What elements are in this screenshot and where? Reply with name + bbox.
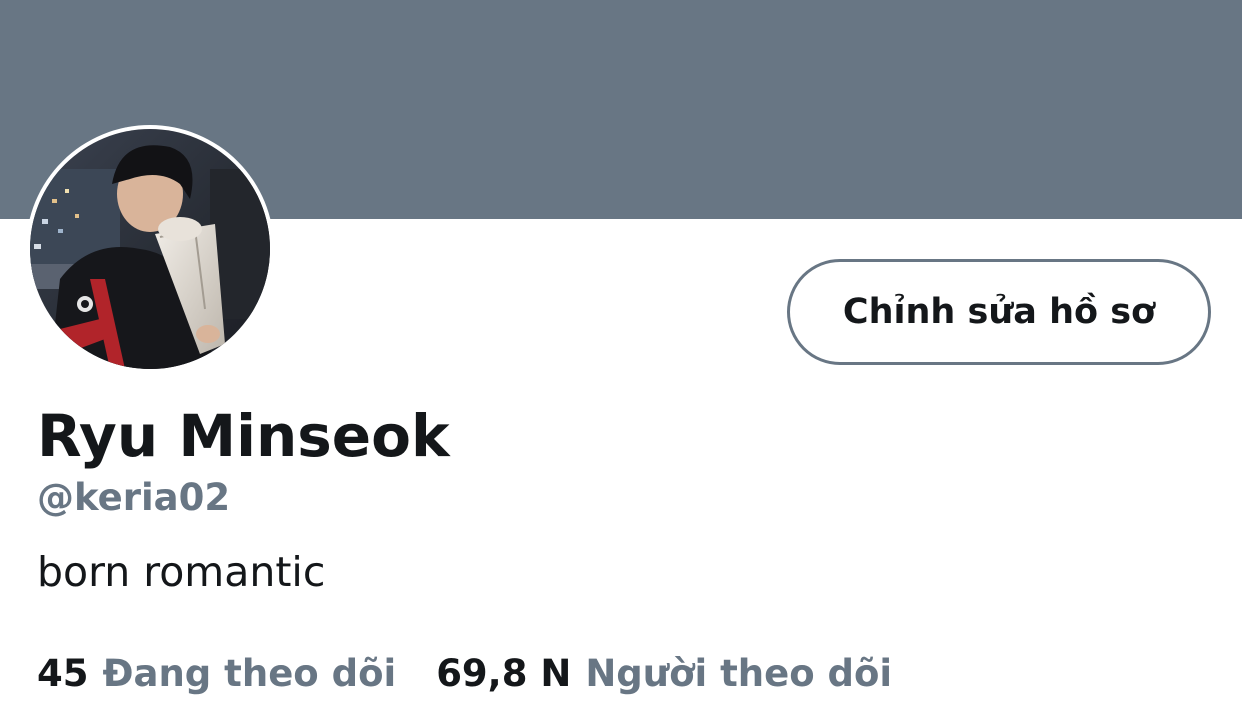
profile-stats: 45 Đang theo dõi 69,8 N Người theo dõi bbox=[37, 648, 892, 698]
following-stat-link[interactable]: 45 Đang theo dõi bbox=[37, 652, 396, 695]
followers-count: 69,8 N bbox=[436, 651, 572, 695]
following-count: 45 bbox=[37, 651, 89, 695]
profile-handle: @keria02 bbox=[37, 476, 231, 519]
followers-stat-link[interactable]: 69,8 N Người theo dõi bbox=[436, 652, 892, 695]
profile-display-name: Ryu Minseok bbox=[37, 402, 450, 470]
avatar[interactable] bbox=[26, 125, 274, 373]
avatar-photo bbox=[30, 129, 270, 369]
profile-page: Chỉnh sửa hồ sơ Ryu Minseok @keria02 bor… bbox=[0, 0, 1242, 725]
profile-bio: born romantic bbox=[37, 548, 326, 596]
edit-profile-button[interactable]: Chỉnh sửa hồ sơ bbox=[787, 259, 1211, 365]
followers-label: Người theo dõi bbox=[585, 651, 893, 695]
following-label: Đang theo dõi bbox=[102, 651, 397, 695]
